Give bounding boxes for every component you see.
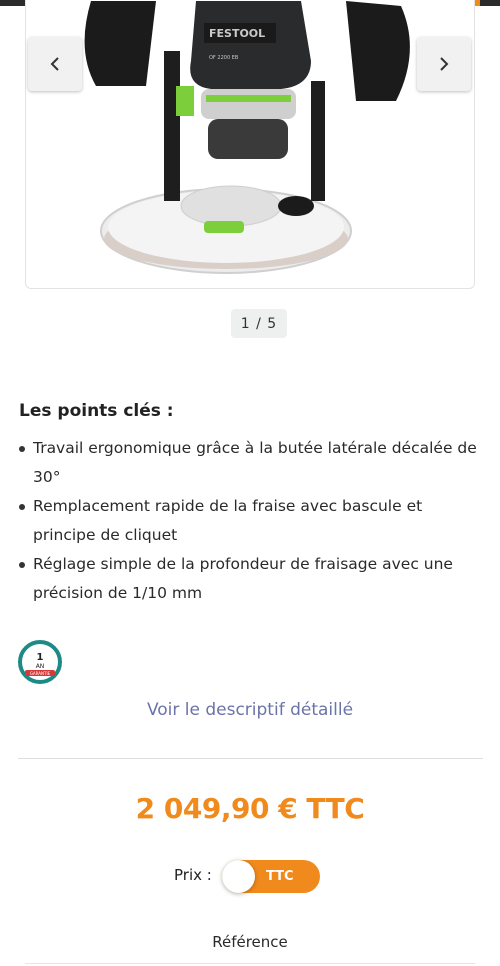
- gallery-prev-button[interactable]: [28, 37, 82, 91]
- warranty-unit: AN: [36, 663, 45, 670]
- gallery-next-button[interactable]: [417, 37, 471, 91]
- price-mode-label: Prix :: [174, 866, 212, 884]
- product-gallery[interactable]: FESTOOL OF 2200 EB: [25, 0, 475, 289]
- warranty-badge-icon: 1 AN GARANTIE: [18, 640, 62, 684]
- toggle-label: TTC: [266, 869, 294, 884]
- key-points-title: Les points clés :: [19, 401, 174, 421]
- detailed-description-link[interactable]: Voir le descriptif détaillé: [0, 700, 500, 720]
- product-image: FESTOOL OF 2200 EB: [84, 1, 410, 274]
- warranty-label: GARANTIE: [30, 671, 51, 676]
- key-points-list: Travail ergonomique grâce à la butée lat…: [19, 434, 489, 608]
- product-price: 2 049,90 € TTC: [135, 792, 365, 825]
- key-point-item: Remplacement rapide de la fraise avec ba…: [19, 492, 489, 550]
- bottom-divider: [25, 963, 475, 964]
- price-mode-toggle[interactable]: TTC: [222, 860, 320, 893]
- section-divider: [18, 758, 483, 759]
- chevron-right-icon: [440, 57, 449, 71]
- key-point-item: Réglage simple de la profondeur de frais…: [19, 550, 489, 608]
- gallery-pager: 1 / 5: [231, 309, 287, 338]
- warranty-years: 1: [37, 652, 44, 663]
- reference-label: Référence: [212, 933, 288, 951]
- chevron-left-icon: [50, 57, 59, 71]
- tool-brand-text: FESTOOL: [209, 27, 265, 40]
- toggle-knob: [222, 860, 255, 893]
- tool-model-text: OF 2200 EB: [209, 55, 239, 61]
- key-point-item: Travail ergonomique grâce à la butée lat…: [19, 434, 489, 492]
